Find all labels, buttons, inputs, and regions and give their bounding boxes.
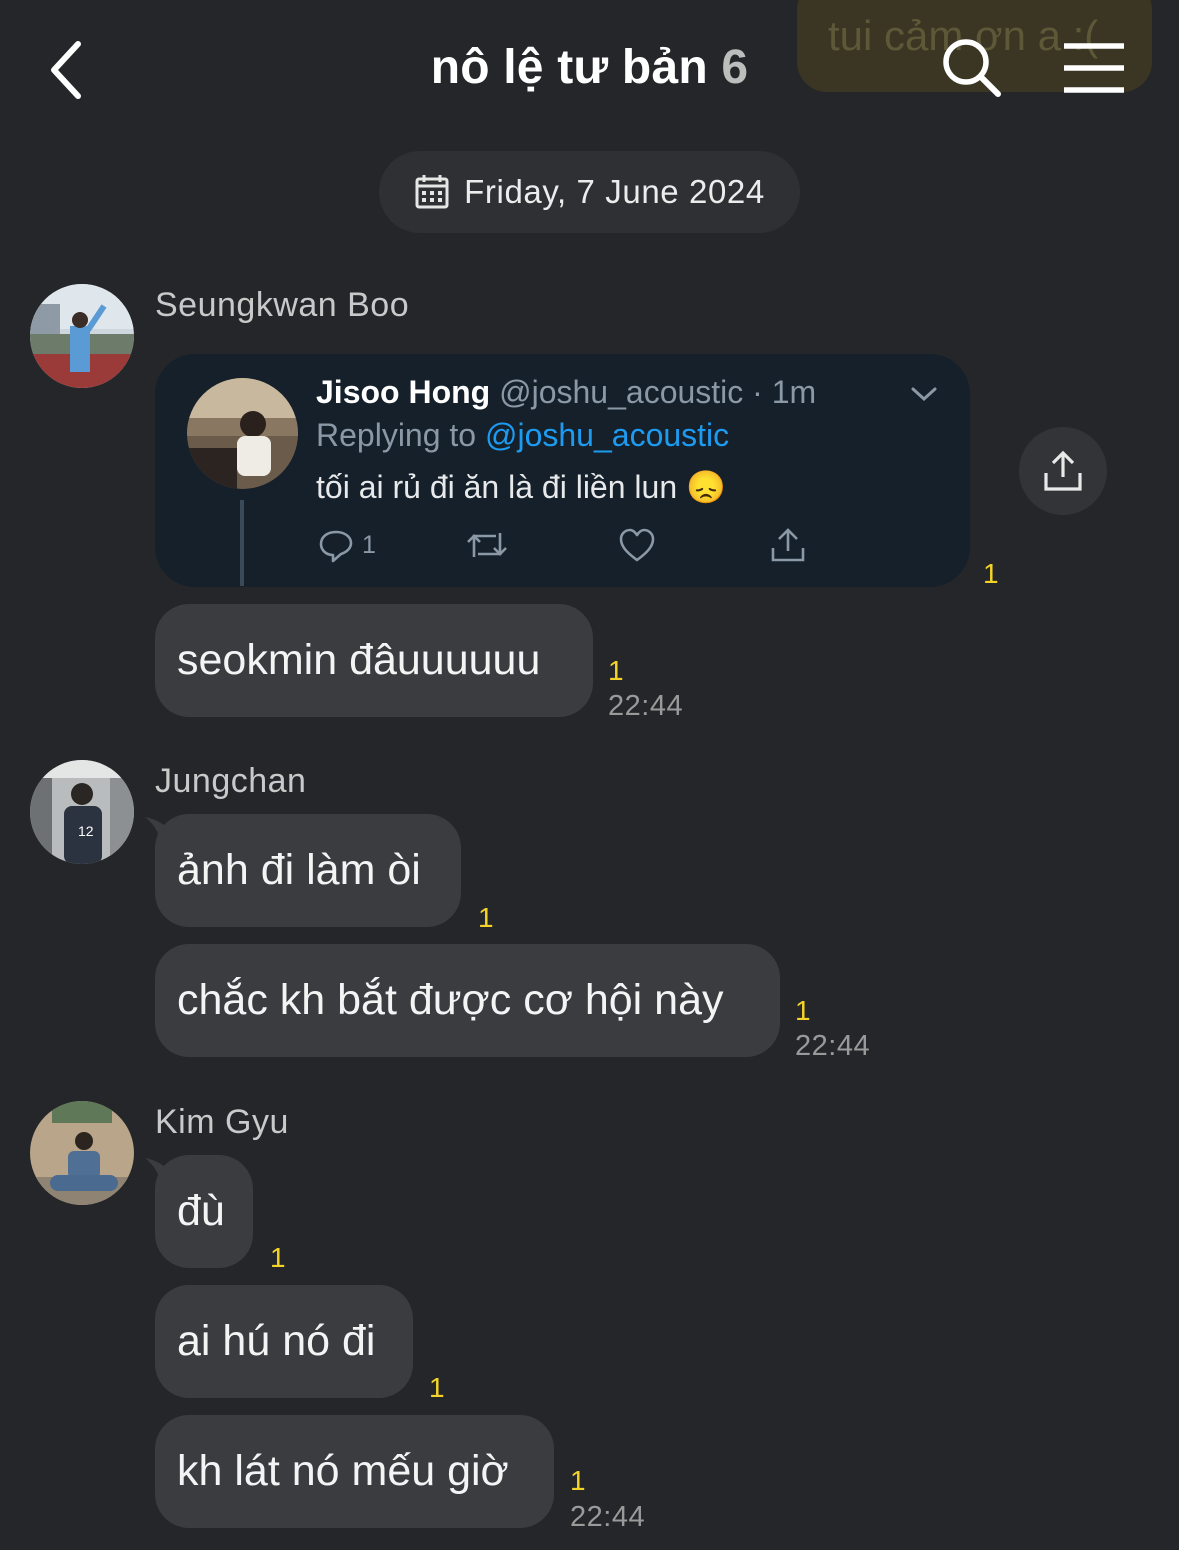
- message-bubble[interactable]: đù: [155, 1155, 253, 1268]
- message-time: 22:44: [795, 1030, 871, 1062]
- message-time: 22:44: [570, 1501, 646, 1533]
- tweet-retweet-button[interactable]: [466, 525, 508, 565]
- sender-name: Kim Gyu: [155, 1103, 289, 1141]
- chat-name: nô lệ tư bản: [430, 41, 708, 94]
- svg-text:12: 12: [78, 823, 94, 839]
- sender-name: Jungchan: [155, 762, 307, 800]
- calendar-icon: [415, 175, 449, 209]
- unread-count: 1: [429, 1372, 445, 1403]
- tweet-text: tối ai rủ đi ăn là đi liền lun 😞: [316, 469, 726, 505]
- search-icon: [943, 39, 1001, 97]
- tweet-more-button[interactable]: [908, 380, 940, 408]
- unread-count: 1: [608, 655, 624, 686]
- tweet-share-button[interactable]: [768, 525, 808, 565]
- tweet-author-handle: @joshu_acoustic · 1m: [499, 374, 817, 410]
- message-bubble[interactable]: ảnh đi làm òi: [155, 814, 461, 927]
- hamburger-menu-icon: [1064, 43, 1124, 93]
- share-icon: [1044, 450, 1082, 491]
- heart-icon: [619, 528, 655, 562]
- tweet-thread-line: [240, 500, 244, 586]
- message-time: 22:44: [608, 690, 684, 722]
- unread-count: 1: [795, 995, 811, 1026]
- avatar-jungchan[interactable]: 12: [30, 760, 134, 864]
- unread-count: 1: [478, 902, 494, 933]
- replying-handle-link[interactable]: @joshu_acoustic: [485, 417, 729, 453]
- unread-count: 1: [570, 1465, 586, 1496]
- tweet-replying-to: Replying to @joshu_acoustic: [316, 417, 729, 454]
- avatar-seungkwan[interactable]: [30, 284, 134, 388]
- tweet-reply-button[interactable]: 1: [318, 525, 376, 565]
- avatar-kim-gyu[interactable]: [30, 1101, 134, 1205]
- sender-name: Seungkwan Boo: [155, 286, 410, 324]
- tweet-author-name: Jisoo Hong: [316, 374, 491, 410]
- tweet-reply-count: 1: [362, 530, 376, 559]
- message-bubble[interactable]: chắc kh bắt được cơ hội này: [155, 944, 780, 1057]
- search-button[interactable]: [940, 36, 1004, 100]
- retweet-icon: [467, 533, 507, 557]
- tweet-author: Jisoo Hong @joshu_acoustic · 1m: [316, 374, 816, 411]
- share-icon: [771, 528, 805, 562]
- date-label: Friday, 7 June 2024: [464, 173, 765, 210]
- tweet-like-button[interactable]: [618, 525, 656, 565]
- forward-share-button[interactable]: [1019, 427, 1107, 515]
- chevron-down-icon: [911, 387, 937, 402]
- unread-count: 1: [983, 558, 999, 589]
- message-bubble[interactable]: kh lát nó mếu giờ: [155, 1415, 554, 1528]
- comment-icon: [319, 530, 353, 563]
- message-bubble[interactable]: seokmin đâuuuuuu: [155, 604, 593, 717]
- unread-count: 1: [270, 1242, 286, 1273]
- tweet-author-avatar: [187, 378, 298, 489]
- menu-button[interactable]: [1058, 36, 1130, 100]
- replying-prefix: Replying to: [316, 417, 477, 453]
- member-count: 6: [721, 41, 749, 94]
- date-divider: Friday, 7 June 2024: [379, 151, 800, 233]
- message-bubble[interactable]: ai hú nó đi: [155, 1285, 413, 1398]
